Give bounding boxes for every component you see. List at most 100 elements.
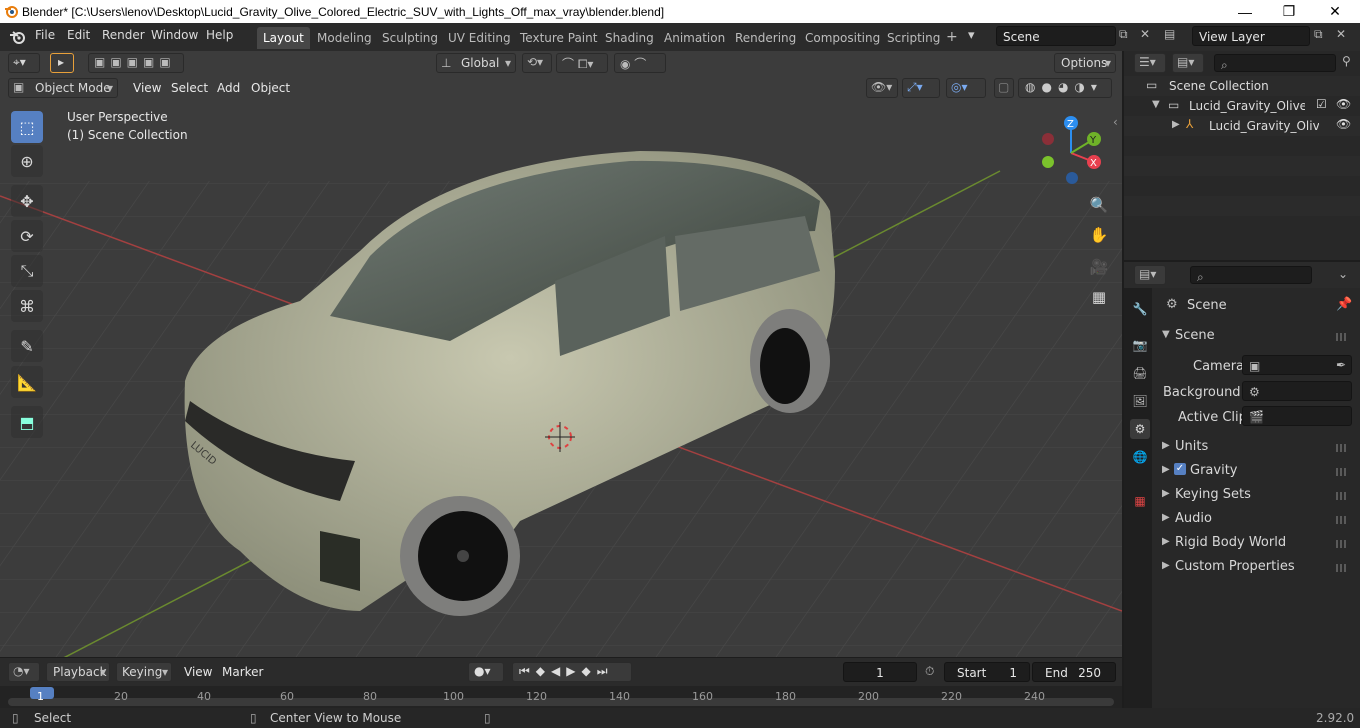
tab-texture-paint[interactable]: Texture Paint: [514, 27, 603, 49]
tab-compositing[interactable]: Compositing: [799, 27, 886, 49]
tab-animation[interactable]: Animation: [658, 27, 731, 49]
panel-units[interactable]: ▶ Units: [1158, 436, 1354, 460]
gravity-checkbox[interactable]: ✓: [1174, 463, 1186, 475]
tab-layout[interactable]: Layout: [257, 27, 310, 49]
menu-add[interactable]: Add: [217, 81, 240, 95]
render-tab-icon[interactable]: 📷: [1130, 335, 1150, 355]
keying-dropdown[interactable]: Keying ▾: [116, 662, 172, 682]
sidebar-toggle-icon[interactable]: ‹: [1113, 115, 1118, 129]
menu-file[interactable]: File: [35, 28, 55, 42]
menu-object[interactable]: Object: [251, 81, 290, 95]
camera-field[interactable]: ▣ ✒: [1242, 355, 1352, 375]
select-tool-icon[interactable]: ▸: [50, 53, 74, 73]
outliner-search-input[interactable]: ⌕: [1214, 54, 1336, 72]
filter-icon[interactable]: ⚲: [1342, 54, 1351, 68]
scene-tab-icon[interactable]: ⚙: [1130, 419, 1150, 439]
proportional-edit-toggle[interactable]: ◉ ⌒: [614, 53, 666, 73]
selection-mode-buttons[interactable]: ▣▣▣▣▣: [88, 53, 184, 73]
snap-toggle[interactable]: ⌒ ⧠▾: [556, 53, 608, 73]
timeline-view-menu[interactable]: View: [184, 665, 212, 679]
ortho-toggle-button[interactable]: ▦: [1087, 285, 1111, 309]
scale-tool[interactable]: ⤡: [11, 255, 43, 287]
maximize-button[interactable]: ❐: [1266, 0, 1312, 23]
timeline-marker-menu[interactable]: Marker: [222, 665, 263, 679]
camera-view-button[interactable]: 🎥: [1087, 255, 1111, 279]
panel-keying-sets[interactable]: ▶ Keying Sets: [1158, 484, 1354, 508]
eye-icon[interactable]: 👁: [1336, 117, 1351, 131]
outliner-root[interactable]: Scene Collection: [1169, 79, 1269, 93]
overlays-toggle[interactable]: ◎▾: [946, 78, 986, 98]
active-clip-field[interactable]: 🎬: [1242, 406, 1352, 426]
end-frame-field[interactable]: End 250: [1032, 662, 1116, 682]
collapse-icon[interactable]: ▼: [1152, 99, 1160, 110]
annotate-tool[interactable]: ✎: [11, 330, 43, 362]
xray-toggle[interactable]: ▢: [994, 78, 1014, 98]
tab-uv-editing[interactable]: UV Editing: [442, 27, 517, 49]
menu-view[interactable]: View: [133, 81, 161, 95]
properties-editor-type[interactable]: ▤▾: [1134, 265, 1166, 285]
expand-icon[interactable]: ▶: [1172, 119, 1180, 130]
tab-rendering[interactable]: Rendering: [729, 27, 802, 49]
timeline-editor-type[interactable]: ◔▾: [8, 662, 40, 682]
scene-field[interactable]: Scene: [996, 26, 1116, 46]
outliner-object[interactable]: Lucid_Gravity_Olive_: [1209, 119, 1319, 133]
new-scene-icon[interactable]: ⧉: [1119, 27, 1128, 42]
tab-modeling[interactable]: Modeling: [311, 27, 378, 49]
stopwatch-icon[interactable]: ⏱: [925, 664, 934, 679]
transform-orientation-dropdown[interactable]: ⊥ Global ▾: [436, 53, 516, 73]
eye-icon[interactable]: 👁: [1336, 97, 1351, 111]
measure-tool[interactable]: 📐: [11, 366, 43, 398]
scene-selector-icon[interactable]: ▾: [968, 28, 975, 43]
outliner-collection[interactable]: Lucid_Gravity_Olive_Col: [1189, 99, 1305, 113]
visibility-dropdown[interactable]: 👁▾: [866, 78, 898, 98]
tab-shading[interactable]: Shading: [599, 27, 660, 49]
current-frame-field[interactable]: 1: [843, 662, 917, 682]
checkbox-icon[interactable]: ☑: [1316, 97, 1327, 111]
chevron-down-icon[interactable]: ⌄: [1338, 267, 1348, 281]
tab-scripting[interactable]: Scripting: [881, 27, 946, 49]
blender-menu-icon[interactable]: [9, 29, 27, 45]
pan-button[interactable]: ✋: [1087, 223, 1111, 247]
outliner-editor-type[interactable]: ☰▾: [1134, 53, 1166, 73]
menu-select[interactable]: Select: [171, 81, 208, 95]
tab-sculpting[interactable]: Sculpting: [376, 27, 444, 49]
menu-edit[interactable]: Edit: [67, 28, 90, 42]
move-tool[interactable]: ✥: [11, 185, 43, 217]
pivot-point-dropdown[interactable]: ⟲▾: [522, 53, 552, 73]
options-dropdown[interactable]: Options ▾: [1054, 53, 1116, 73]
tool-tab-icon[interactable]: 🔧: [1130, 299, 1150, 319]
view-layer-icon[interactable]: ▤: [1164, 27, 1175, 41]
gizmo-toggle[interactable]: ⤢▾: [902, 78, 940, 98]
view-layer-field[interactable]: View Layer: [1192, 26, 1310, 46]
panel-rigid-body-world[interactable]: ▶ Rigid Body World: [1158, 532, 1354, 556]
playback-dropdown[interactable]: Playback ▾: [46, 662, 110, 682]
output-tab-icon[interactable]: 🖨: [1130, 363, 1150, 383]
new-view-layer-icon[interactable]: ⧉: [1314, 27, 1323, 42]
pin-icon[interactable]: 📌: [1336, 297, 1352, 312]
transform-tool[interactable]: ⌘: [11, 290, 43, 322]
properties-search-input[interactable]: ⌕: [1190, 266, 1312, 284]
delete-scene-icon[interactable]: ✕: [1140, 27, 1150, 41]
minimize-button[interactable]: —: [1222, 0, 1268, 23]
panel-audio[interactable]: ▶ Audio: [1158, 508, 1354, 532]
cursor-tool[interactable]: ⊕: [11, 145, 43, 177]
auto-keying-toggle[interactable]: ●▾: [468, 662, 504, 682]
add-workspace-icon[interactable]: +: [940, 25, 964, 47]
panel-scene-header[interactable]: ▼ Scene: [1158, 325, 1354, 349]
panel-custom-properties[interactable]: ▶ Custom Properties: [1158, 556, 1354, 580]
texture-tab-icon[interactable]: ▦: [1130, 491, 1150, 511]
display-mode-dropdown[interactable]: ▤▾: [1172, 53, 1204, 73]
editor-type-button[interactable]: ⌖▾: [8, 53, 40, 73]
navigation-gizmo[interactable]: Z X Y: [1042, 116, 1101, 184]
close-button[interactable]: ✕: [1312, 0, 1358, 23]
delete-view-layer-icon[interactable]: ✕: [1336, 27, 1346, 41]
background-scene-field[interactable]: ⚙: [1242, 381, 1352, 401]
view-layer-tab-icon[interactable]: 🖼: [1130, 391, 1150, 411]
menu-help[interactable]: Help: [206, 28, 233, 42]
3d-viewport[interactable]: LUCID Z X Y ⌖▾ ▸ ▣▣▣▣▣ ⊥ Global ▾ ⟲▾ ⌒ ⧠…: [0, 51, 1122, 657]
menu-window[interactable]: Window: [151, 28, 198, 42]
start-frame-field[interactable]: Start 1: [944, 662, 1030, 682]
world-tab-icon[interactable]: 🌐: [1130, 447, 1150, 467]
playback-controls[interactable]: ⏮◆◀▶◆⏭: [512, 662, 632, 682]
add-cube-tool[interactable]: ⬒: [11, 406, 43, 438]
